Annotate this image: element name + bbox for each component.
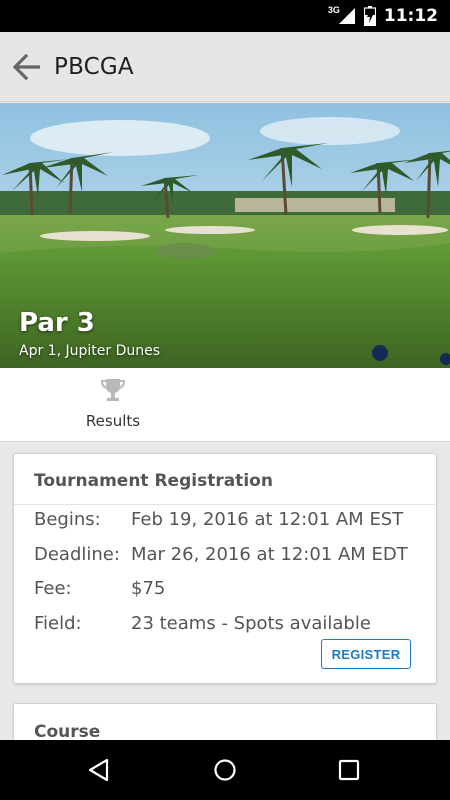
deadline-label: Deadline: <box>34 544 120 565</box>
app-bar: PBCGA <box>0 32 450 102</box>
begins-label: Begins: <box>34 509 101 530</box>
fee-label: Fee: <box>34 578 72 599</box>
page-title: PBCGA <box>54 53 134 80</box>
tournament-title: Par 3 <box>19 308 95 338</box>
nav-home-button[interactable] <box>195 740 255 800</box>
battery-icon <box>363 6 376 26</box>
back-triangle-icon <box>88 758 109 782</box>
register-button[interactable]: REGISTER <box>321 639 411 669</box>
hero-banner: Par 3 Apr 1, Jupiter Dunes <box>0 103 450 368</box>
system-nav-bar <box>0 740 450 800</box>
registration-card-title: Tournament Registration <box>34 471 273 491</box>
tab-strip: Results <box>0 368 450 442</box>
clock: 11:12 <box>383 6 438 26</box>
course-card-title: Course <box>34 722 101 742</box>
arrow-left-icon <box>12 53 40 80</box>
status-icons: 3G 11:12 <box>328 0 438 32</box>
deadline-value: Mar 26, 2016 at 12:01 AM EDT <box>131 544 408 565</box>
tab-results-label: Results <box>85 412 141 430</box>
nav-recents-button[interactable] <box>319 740 379 800</box>
recents-square-icon <box>338 759 360 781</box>
field-value: 23 teams - Spots available <box>131 613 371 634</box>
tab-results[interactable]: Results <box>70 368 156 442</box>
registration-card: Tournament Registration Begins: Feb 19, … <box>13 453 437 684</box>
field-label: Field: <box>34 613 82 634</box>
trophy-icon <box>101 379 125 401</box>
back-button[interactable] <box>0 32 54 102</box>
divider <box>14 504 436 505</box>
nav-back-button[interactable] <box>69 740 129 800</box>
status-bar: 3G 11:12 <box>0 0 450 32</box>
fee-value: $75 <box>131 578 166 599</box>
tournament-date-location: Apr 1, Jupiter Dunes <box>19 343 160 359</box>
home-circle-icon <box>214 759 236 781</box>
begins-value: Feb 19, 2016 at 12:01 AM EST <box>131 509 404 530</box>
network-type: 3G <box>327 5 340 15</box>
signal-icon <box>338 8 355 24</box>
